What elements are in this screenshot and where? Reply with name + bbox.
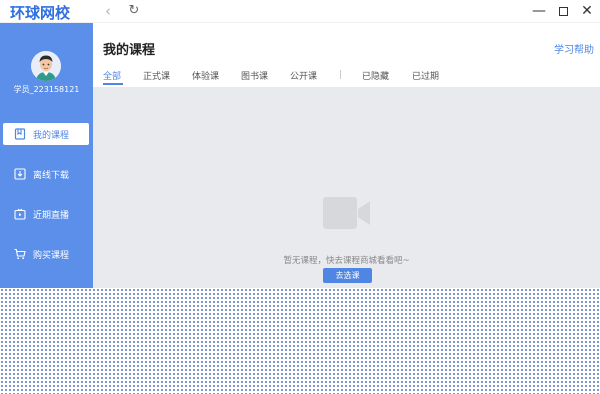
maximize-button[interactable] (554, 2, 572, 20)
tab-book[interactable]: 图书课 (241, 69, 268, 82)
tab-all[interactable]: 全部 (103, 69, 123, 85)
sidebar: 学员_223158121 我的课程 离线下载 近期直播 购买课程 (0, 23, 93, 288)
sidebar-item-offline-download[interactable]: 离线下载 (3, 163, 89, 185)
help-link[interactable]: 学习帮助 (554, 41, 594, 56)
sidebar-item-label: 近期直播 (33, 210, 70, 221)
tab-active-indicator (103, 83, 123, 85)
empty-state-message: 暂无课程，快去课程商城看看吧~ (283, 256, 410, 266)
tab-public[interactable]: 公开课 (290, 69, 317, 82)
sidebar-item-label: 我的课程 (33, 130, 70, 141)
bookmark-icon (14, 128, 26, 140)
cart-icon (14, 248, 26, 260)
refresh-icon[interactable]: ↻ (126, 3, 142, 19)
sidebar-item-recent-live[interactable]: 近期直播 (3, 203, 89, 225)
sidebar-item-label: 购买课程 (33, 250, 70, 261)
avatar[interactable] (31, 51, 61, 81)
live-tv-icon (14, 208, 26, 220)
choose-course-button[interactable]: 去选课 (323, 268, 372, 283)
sidebar-item-buy-courses[interactable]: 购买课程 (3, 243, 89, 265)
close-button[interactable]: ✕ (578, 2, 596, 20)
tab-divider (340, 70, 341, 79)
app-window: 环球网校 ‹ ↻ — ✕ 学员_223158121 我的课程 离线下载 近期直播… (0, 0, 600, 288)
app-logo: 环球网校 (10, 4, 71, 22)
tab-label: 全部 (103, 72, 122, 82)
tab-hidden[interactable]: 已隐藏 (362, 69, 389, 82)
sidebar-item-label: 离线下载 (33, 170, 70, 181)
main-header: 我的课程 学习帮助 全部 正式课 体验课 图书课 公开课 已隐藏 已过期 (93, 23, 600, 87)
back-icon[interactable]: ‹ (100, 3, 116, 19)
maximize-icon (558, 6, 568, 16)
download-icon (14, 168, 26, 180)
tab-expired[interactable]: 已过期 (412, 69, 439, 82)
tab-trial[interactable]: 体验课 (192, 69, 219, 82)
course-list-area: 暂无课程，快去课程商城看看吧~ 去选课 (93, 87, 600, 288)
video-camera-icon (323, 197, 370, 229)
username: 学员_223158121 (13, 85, 80, 94)
page-title: 我的课程 (103, 43, 156, 58)
tab-formal[interactable]: 正式课 (143, 69, 170, 82)
sidebar-item-my-courses[interactable]: 我的课程 (3, 123, 89, 145)
title-bar: 环球网校 ‹ ↻ — ✕ (0, 0, 600, 23)
minimize-button[interactable]: — (530, 2, 548, 20)
